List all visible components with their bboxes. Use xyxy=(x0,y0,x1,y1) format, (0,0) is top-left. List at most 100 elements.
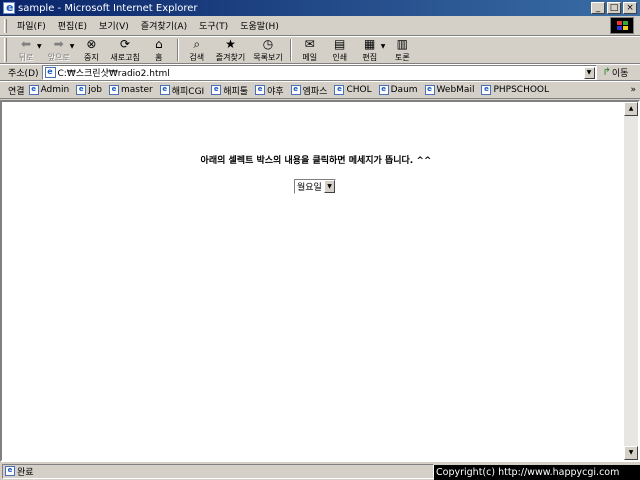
title-bar: sample - Microsoft Internet Explorer _ □… xyxy=(0,0,640,16)
refresh-icon: ⟳ xyxy=(120,37,131,51)
link-item[interactable]: e PHPSCHOOL xyxy=(481,85,549,95)
instruction-text: 아래의 셀렉트 박스의 내용을 클릭하면 메세지가 뜹니다. ^^ xyxy=(200,156,432,166)
back-arrow-icon: ⬅ xyxy=(20,37,32,51)
link-item[interactable]: e 야후 xyxy=(255,84,284,97)
history-button[interactable]: ◷ 목록보기 xyxy=(249,37,286,63)
day-select[interactable]: 월요일 ▼ xyxy=(294,179,336,194)
home-label: 홈 xyxy=(155,52,163,62)
page-icon: e xyxy=(44,67,56,78)
link-item[interactable]: e 해피CGI xyxy=(159,84,205,97)
home-button[interactable]: ⌂ 홈 xyxy=(144,37,174,63)
page-content: 아래의 셀렉트 박스의 내용을 클릭하면 메세지가 뜹니다. ^^ 월요일 ▼ xyxy=(2,102,624,460)
favorites-icon: ★ xyxy=(225,37,236,51)
toolbar-grip[interactable] xyxy=(4,38,7,62)
menu-favorites[interactable]: 즐겨찾기(A) xyxy=(135,19,193,32)
forward-label: 앞으로 xyxy=(47,52,70,62)
link-label: PHPSCHOOL xyxy=(493,85,550,95)
address-input[interactable]: e C:₩스크린샷₩radio2.html ▼ xyxy=(41,65,597,80)
menu-tools[interactable]: 도구(T) xyxy=(193,19,234,32)
copyright-banner: Copyright(c) http://www.happycgi.com xyxy=(434,465,640,480)
go-button[interactable]: ↱ 이동 xyxy=(603,66,629,79)
search-button[interactable]: ⌕ 검색 xyxy=(182,37,212,63)
address-bar: 주소(D) e C:₩스크린샷₩radio2.html ▼ ↱ 이동 xyxy=(0,64,640,81)
forward-button[interactable]: ➡ 앞으로 xyxy=(44,37,74,63)
toolbar-separator xyxy=(289,39,292,61)
chevron-down-icon[interactable]: ▼ xyxy=(324,180,335,193)
print-label: 인쇄 xyxy=(332,52,348,62)
search-icon: ⌕ xyxy=(193,37,201,51)
links-bar: 연결 e Admin e job e master e 해피CGI e 해피툴 e 야후 e… xyxy=(0,81,640,99)
link-item[interactable]: e master xyxy=(108,85,153,95)
discuss-icon: ▥ xyxy=(396,37,408,51)
link-label: 야후 xyxy=(267,86,284,97)
close-button[interactable]: × xyxy=(623,2,637,14)
link-label: Admin xyxy=(40,85,70,95)
edit-button[interactable]: ▦ 편집 xyxy=(355,37,385,63)
link-page-icon: e xyxy=(255,85,266,95)
link-item[interactable]: e Daum xyxy=(378,85,418,95)
stop-button[interactable]: ⊗ 중지 xyxy=(76,37,106,63)
go-label: 이동 xyxy=(611,69,629,79)
history-icon: ◷ xyxy=(262,37,274,51)
link-page-icon: e xyxy=(290,85,301,95)
menu-view[interactable]: 보기(V) xyxy=(93,19,135,32)
mail-button[interactable]: ✉ 메일 xyxy=(295,37,325,63)
address-dropdown-icon[interactable]: ▼ xyxy=(583,66,595,79)
menubar-grip[interactable] xyxy=(4,18,7,33)
favorites-button[interactable]: ★ 즐겨찾기 xyxy=(212,37,249,63)
back-dropdown-icon[interactable]: ▼ xyxy=(37,43,42,50)
links-more-chevron-icon[interactable]: » xyxy=(630,85,636,95)
scroll-up-icon[interactable]: ▲ xyxy=(624,102,638,116)
status-pane: e 완료 xyxy=(2,463,434,479)
done-page-icon: e xyxy=(5,466,15,476)
link-item[interactable]: e WebMail xyxy=(424,85,475,95)
link-label: CHOL xyxy=(346,85,372,95)
link-item[interactable]: e job xyxy=(76,85,102,95)
go-arrow-icon: ↱ xyxy=(602,67,611,78)
favorites-label: 즐겨찾기 xyxy=(215,52,246,62)
edit-icon: ▦ xyxy=(364,37,376,51)
discuss-button[interactable]: ▥ 토론 xyxy=(387,37,417,63)
link-item[interactable]: e 엠파스 xyxy=(290,84,328,97)
link-label: 엠파스 xyxy=(302,86,328,97)
address-label: 주소(D) xyxy=(8,69,39,79)
menu-bar: 파일(F) 편집(E) 보기(V) 즐겨찾기(A) 도구(T) 도움말(H) xyxy=(0,16,640,36)
mail-label: 메일 xyxy=(302,52,318,62)
link-item[interactable]: e Admin xyxy=(28,85,70,95)
menu-edit[interactable]: 편집(E) xyxy=(52,19,93,32)
menu-help[interactable]: 도움말(H) xyxy=(234,19,285,32)
print-button[interactable]: ▤ 인쇄 xyxy=(325,37,355,63)
stop-icon: ⊗ xyxy=(86,37,97,51)
page-viewport: 아래의 셀렉트 박스의 내용을 클릭하면 메세지가 뜹니다. ^^ 월요일 ▼ … xyxy=(0,100,640,462)
ie-icon xyxy=(3,1,15,14)
link-page-icon: e xyxy=(28,85,39,95)
toolbar-separator xyxy=(176,39,179,61)
link-item[interactable]: e 해피툴 xyxy=(211,84,248,97)
select-value: 월요일 xyxy=(297,183,322,193)
link-label: WebMail xyxy=(436,85,475,95)
link-label: 해피CGI xyxy=(171,86,205,97)
refresh-button[interactable]: ⟳ 새로고침 xyxy=(106,37,143,63)
link-page-icon: e xyxy=(76,85,87,95)
refresh-label: 새로고침 xyxy=(110,52,140,62)
history-label: 목록보기 xyxy=(253,52,283,62)
vertical-scrollbar[interactable]: ▲ ▼ xyxy=(624,102,638,460)
link-label: 해피툴 xyxy=(223,86,249,97)
mail-icon: ✉ xyxy=(304,37,315,51)
scroll-down-icon[interactable]: ▼ xyxy=(624,446,638,460)
search-label: 검색 xyxy=(189,52,205,62)
link-page-icon: e xyxy=(378,85,389,95)
link-label: job xyxy=(88,85,102,95)
address-url[interactable]: C:₩스크린샷₩radio2.html xyxy=(58,66,584,79)
link-label: Daum xyxy=(390,85,418,95)
back-label: 뒤로 xyxy=(18,52,34,62)
status-text: 완료 xyxy=(17,467,34,478)
menu-file[interactable]: 파일(F) xyxy=(11,19,52,32)
edit-dropdown-icon[interactable]: ▼ xyxy=(381,43,386,50)
back-button[interactable]: ⬅ 뒤로 xyxy=(11,37,41,63)
link-page-icon: e xyxy=(211,85,222,95)
maximize-button[interactable]: □ xyxy=(607,2,621,14)
minimize-button[interactable]: _ xyxy=(591,2,605,14)
forward-dropdown-icon[interactable]: ▼ xyxy=(70,43,75,50)
link-item[interactable]: e CHOL xyxy=(334,85,372,95)
